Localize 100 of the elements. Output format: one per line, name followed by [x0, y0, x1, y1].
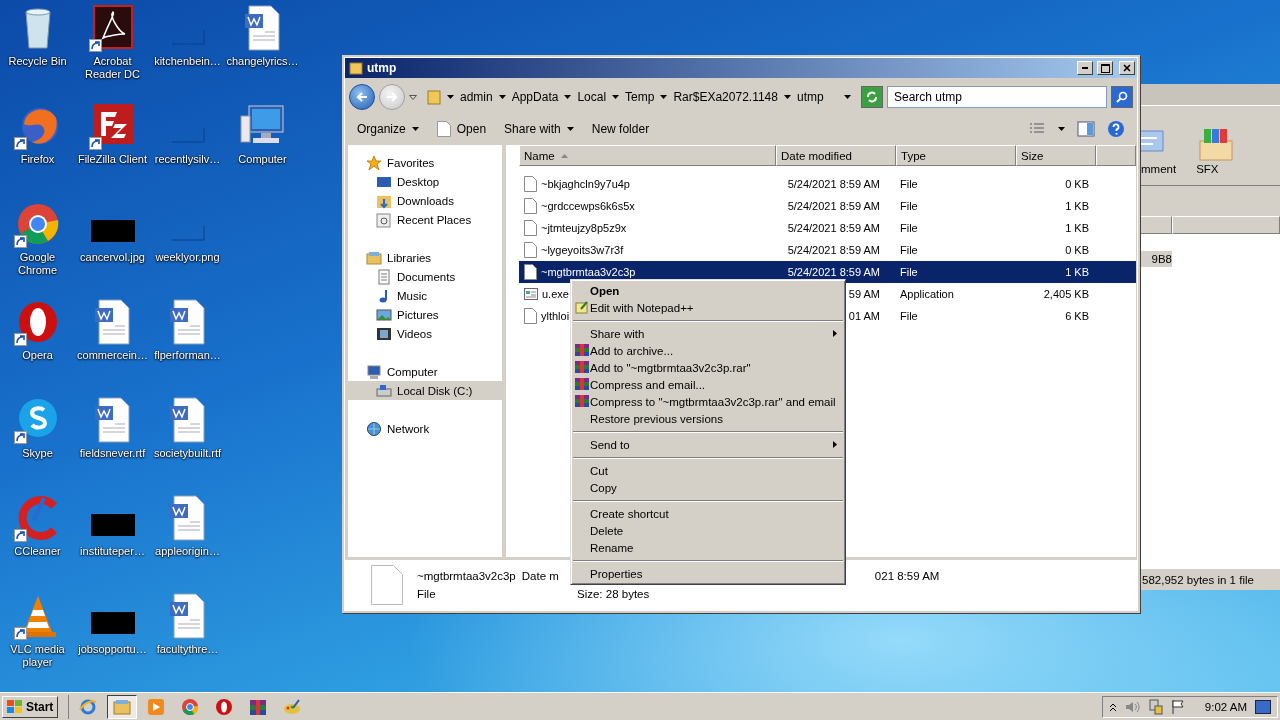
dropdown-arrow-icon	[411, 127, 419, 131]
tree-item[interactable]: Pictures	[348, 305, 502, 324]
dropdown-arrow-icon[interactable]	[409, 94, 417, 100]
archive-icon	[249, 697, 268, 716]
refresh-icon	[865, 90, 879, 104]
back-button[interactable]	[349, 84, 375, 110]
start-button[interactable]: Start	[2, 695, 59, 718]
column-header[interactable]: Date modified	[776, 145, 896, 166]
clock[interactable]: 9:02 AM	[1204, 700, 1247, 713]
globe-icon	[366, 420, 382, 437]
breadcrumb-arrow-icon	[783, 95, 791, 99]
icon-label: Google Chrome	[16, 251, 59, 277]
icon-label: FileZilla Client	[76, 153, 149, 166]
maximize-button[interactable]	[1097, 61, 1113, 75]
menu-item[interactable]: Compress and email...	[573, 376, 843, 393]
folder-icon	[427, 89, 441, 105]
breadcrumb[interactable]: AppData	[511, 90, 559, 104]
file-name: ~bkjaghcln9y7u4p	[541, 178, 630, 190]
breadcrumb[interactable]: Rar$EXa2072.1148	[673, 90, 778, 104]
search-field[interactable]: Search utmp	[887, 86, 1107, 108]
tree-item[interactable]: Libraries	[348, 248, 502, 267]
menu-item[interactable]: Edit with Notepad++	[573, 299, 843, 316]
tree-item[interactable]: Music	[348, 286, 502, 305]
network-icon[interactable]	[1148, 698, 1163, 715]
menu-item[interactable]: Create shortcut	[573, 505, 843, 522]
breadcrumb-arrow-icon	[660, 95, 668, 99]
tree-item[interactable]: Favorites	[348, 153, 502, 172]
flag-icon[interactable]	[1170, 698, 1185, 715]
minimize-button[interactable]	[1077, 61, 1093, 75]
tree-item[interactable]: Recent Places	[348, 210, 502, 229]
menu-item[interactable]: Add to archive...	[573, 342, 843, 359]
selected-row[interactable]: ~mgtbrmtaa3v2c3p 5/24/2021 8:59 AM File 1 KB	[519, 261, 1136, 283]
breadcrumb-arrow-icon	[612, 95, 620, 99]
column-header[interactable]: Name	[519, 145, 776, 166]
file-icon	[524, 308, 537, 324]
refresh-button[interactable]	[861, 86, 883, 108]
maximize-icon	[1100, 63, 1110, 73]
breadcrumb[interactable]: utmp	[796, 90, 824, 104]
menu-item[interactable]: Copy	[573, 479, 843, 496]
icon-label: changelyrics…	[225, 55, 300, 68]
breadcrumb[interactable]: Temp	[625, 90, 655, 104]
detail-label: Date m	[521, 570, 559, 582]
detail-size: Size: 28 bytes	[577, 588, 650, 600]
search-button[interactable]	[1111, 86, 1133, 108]
menu-item[interactable]: Cut	[573, 462, 843, 479]
column-header[interactable]: Size	[1016, 145, 1096, 166]
media-player-icon	[147, 697, 166, 716]
tree-item[interactable]: Computer	[348, 362, 502, 381]
tree-item[interactable]: Local Disk (C:)	[348, 381, 502, 400]
taskbar-button[interactable]	[107, 694, 138, 719]
menu-item[interactable]: Compress to "~mgtbrmtaa3v2c3p.rar" and email	[573, 393, 843, 410]
file-icon	[524, 176, 537, 192]
icon-label: recentlysilv…	[153, 153, 222, 166]
browser-icon	[181, 697, 200, 716]
preview-pane-icon[interactable]	[1077, 121, 1095, 137]
menu-item[interactable]: Open	[573, 282, 843, 299]
menu-item[interactable]: Restore previous versions	[573, 410, 843, 427]
toolbar-button[interactable]: Share with	[504, 122, 574, 136]
archive-icon	[575, 343, 589, 357]
menu-item[interactable]: Delete	[573, 522, 843, 539]
date-cell: 5/24/2021 8:59 AM	[787, 178, 880, 190]
column-header[interactable]	[1140, 216, 1172, 234]
help-icon[interactable]	[1107, 120, 1125, 138]
size-cell: 1 KB	[1065, 200, 1089, 212]
date-cell: 5/24/2021 8:59 AM	[787, 244, 880, 256]
tree-item[interactable]: Downloads	[348, 191, 502, 210]
menu-item[interactable]: Send to	[573, 436, 843, 453]
breadcrumb[interactable]: Local	[577, 90, 607, 104]
recent-places-icon	[376, 211, 392, 228]
breadcrumb-arrow-icon	[498, 95, 506, 99]
toolbar-button[interactable]: SFX	[1196, 127, 1237, 175]
chevron-up-icon[interactable]	[1108, 701, 1117, 712]
tree-item[interactable]: Desktop	[348, 172, 502, 191]
icon-label: weeklyor.png	[154, 251, 221, 264]
breadcrumb[interactable]: admin	[460, 90, 493, 104]
search-icon	[1116, 91, 1128, 103]
icon-label: fieldsnever.rtf	[78, 447, 147, 460]
window-title: utmp	[367, 61, 398, 75]
show-desktop-icon[interactable]	[1255, 699, 1271, 714]
toolbar-button[interactable]: Organize	[357, 122, 419, 136]
close-button[interactable]	[1119, 61, 1135, 75]
icon-label: VLC media player	[9, 643, 66, 669]
toolbar-button[interactable]: Open	[436, 121, 487, 137]
toolbar-button[interactable]: mment	[1141, 127, 1177, 175]
menu-item[interactable]: Rename	[573, 539, 843, 556]
arrow-left-icon	[356, 91, 368, 103]
menu-item[interactable]: Properties	[573, 565, 843, 582]
size-cell: 1 KB	[1065, 266, 1089, 278]
dropdown-arrow-icon	[1058, 127, 1065, 131]
table-cell: 9B8	[1140, 251, 1172, 267]
toolbar-button[interactable]: New folder	[591, 122, 650, 136]
menu-item[interactable]: Add to "~mgtbrmtaa3v2c3p.rar"	[573, 359, 843, 376]
tree-item[interactable]: Videos	[348, 324, 502, 343]
tree-item[interactable]: Documents	[348, 267, 502, 286]
palette-icon	[283, 697, 302, 716]
notepad-icon	[575, 300, 589, 314]
file-icon	[524, 264, 537, 280]
menu-item[interactable]: Share with	[573, 325, 843, 342]
tree-item[interactable]: Network	[348, 419, 502, 438]
column-header[interactable]: Type	[896, 145, 1016, 166]
